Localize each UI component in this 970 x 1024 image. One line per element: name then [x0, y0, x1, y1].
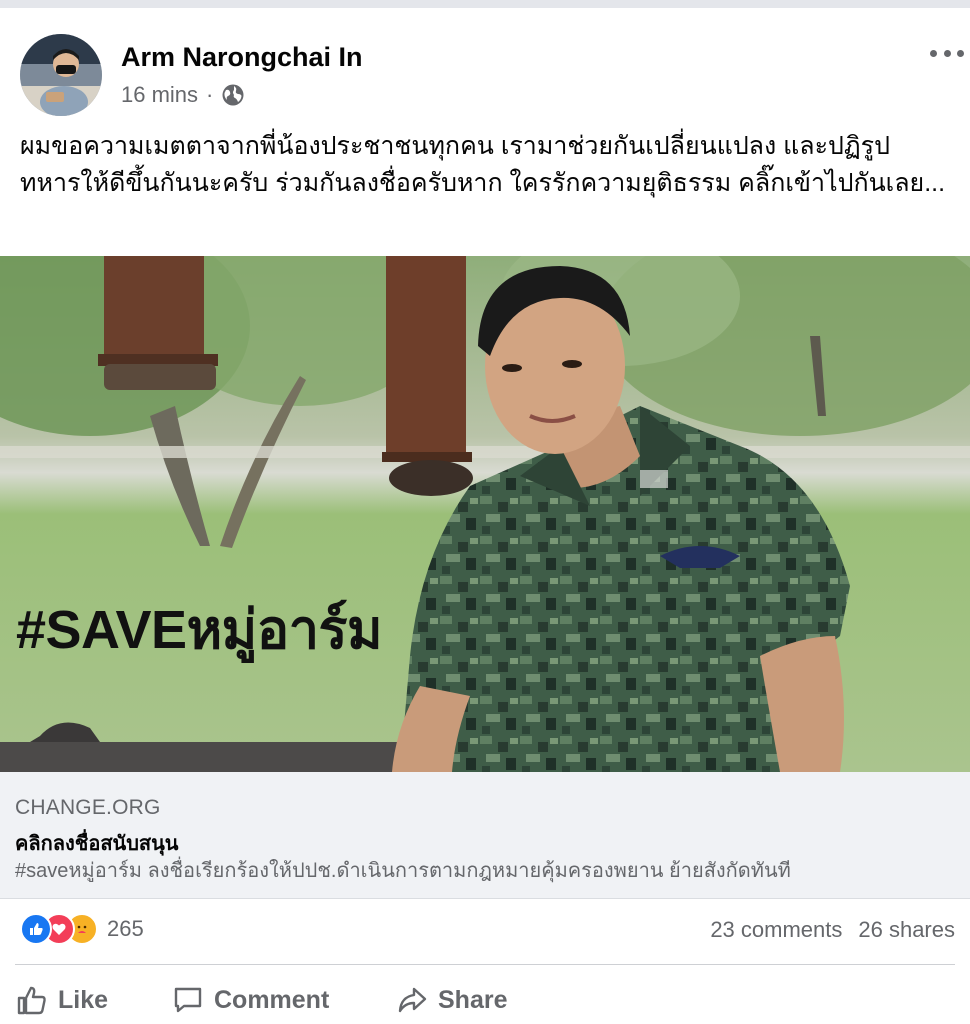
post-photo[interactable]: #SAVEหมู่อาร์ม	[0, 256, 970, 772]
action-divider	[15, 964, 955, 965]
post-timestamp[interactable]: 16 mins	[121, 82, 198, 108]
feed-separator	[0, 0, 970, 8]
thumbs-up-icon	[16, 984, 48, 1016]
comment-button[interactable]: Comment	[172, 978, 329, 1022]
like-button[interactable]: Like	[16, 978, 108, 1022]
like-label: Like	[58, 985, 109, 1014]
share-arrow-icon	[396, 984, 428, 1016]
globe-icon[interactable]	[221, 83, 245, 107]
author-name[interactable]: Arm Narongchai In	[121, 42, 363, 73]
shares-count[interactable]: 26 shares	[858, 917, 955, 943]
link-description: #saveหมู่อาร์ม ลงชื่อเรียกร้องให้ปปช.ดำเ…	[15, 860, 791, 882]
share-label: Share	[438, 985, 508, 1014]
share-button[interactable]: Share	[396, 978, 507, 1022]
action-bar: Like Comment Share	[0, 978, 970, 1024]
reaction-count: 265	[107, 916, 144, 941]
link-preview[interactable]: CHANGE.ORG คลิกลงชื่อสนับสนุน #saveหมู่อ…	[0, 772, 970, 899]
post-caption: ผมขอความเมตตาจากพี่น้องประชาชนทุกคน เราม…	[20, 132, 946, 197]
like-reaction-icon	[20, 913, 52, 945]
comment-label: Comment	[214, 985, 330, 1014]
link-domain: CHANGE.ORG	[15, 796, 161, 819]
meta-separator: ·	[206, 82, 214, 107]
reaction-summary[interactable]: 265	[20, 913, 144, 945]
more-options-icon[interactable]	[930, 38, 964, 68]
comments-count[interactable]: 23 comments	[710, 917, 842, 943]
speech-bubble-icon	[172, 984, 204, 1016]
feed-post: Arm Narongchai In 16 mins · ผมขอความเมตต…	[0, 8, 970, 1024]
author-avatar[interactable]	[20, 34, 102, 116]
image-hashtag-text: #SAVEหมู่อาร์ม	[16, 600, 383, 660]
engagement-stats: 23 comments 26 shares	[710, 917, 955, 943]
post-meta: 16 mins ·	[121, 82, 245, 108]
